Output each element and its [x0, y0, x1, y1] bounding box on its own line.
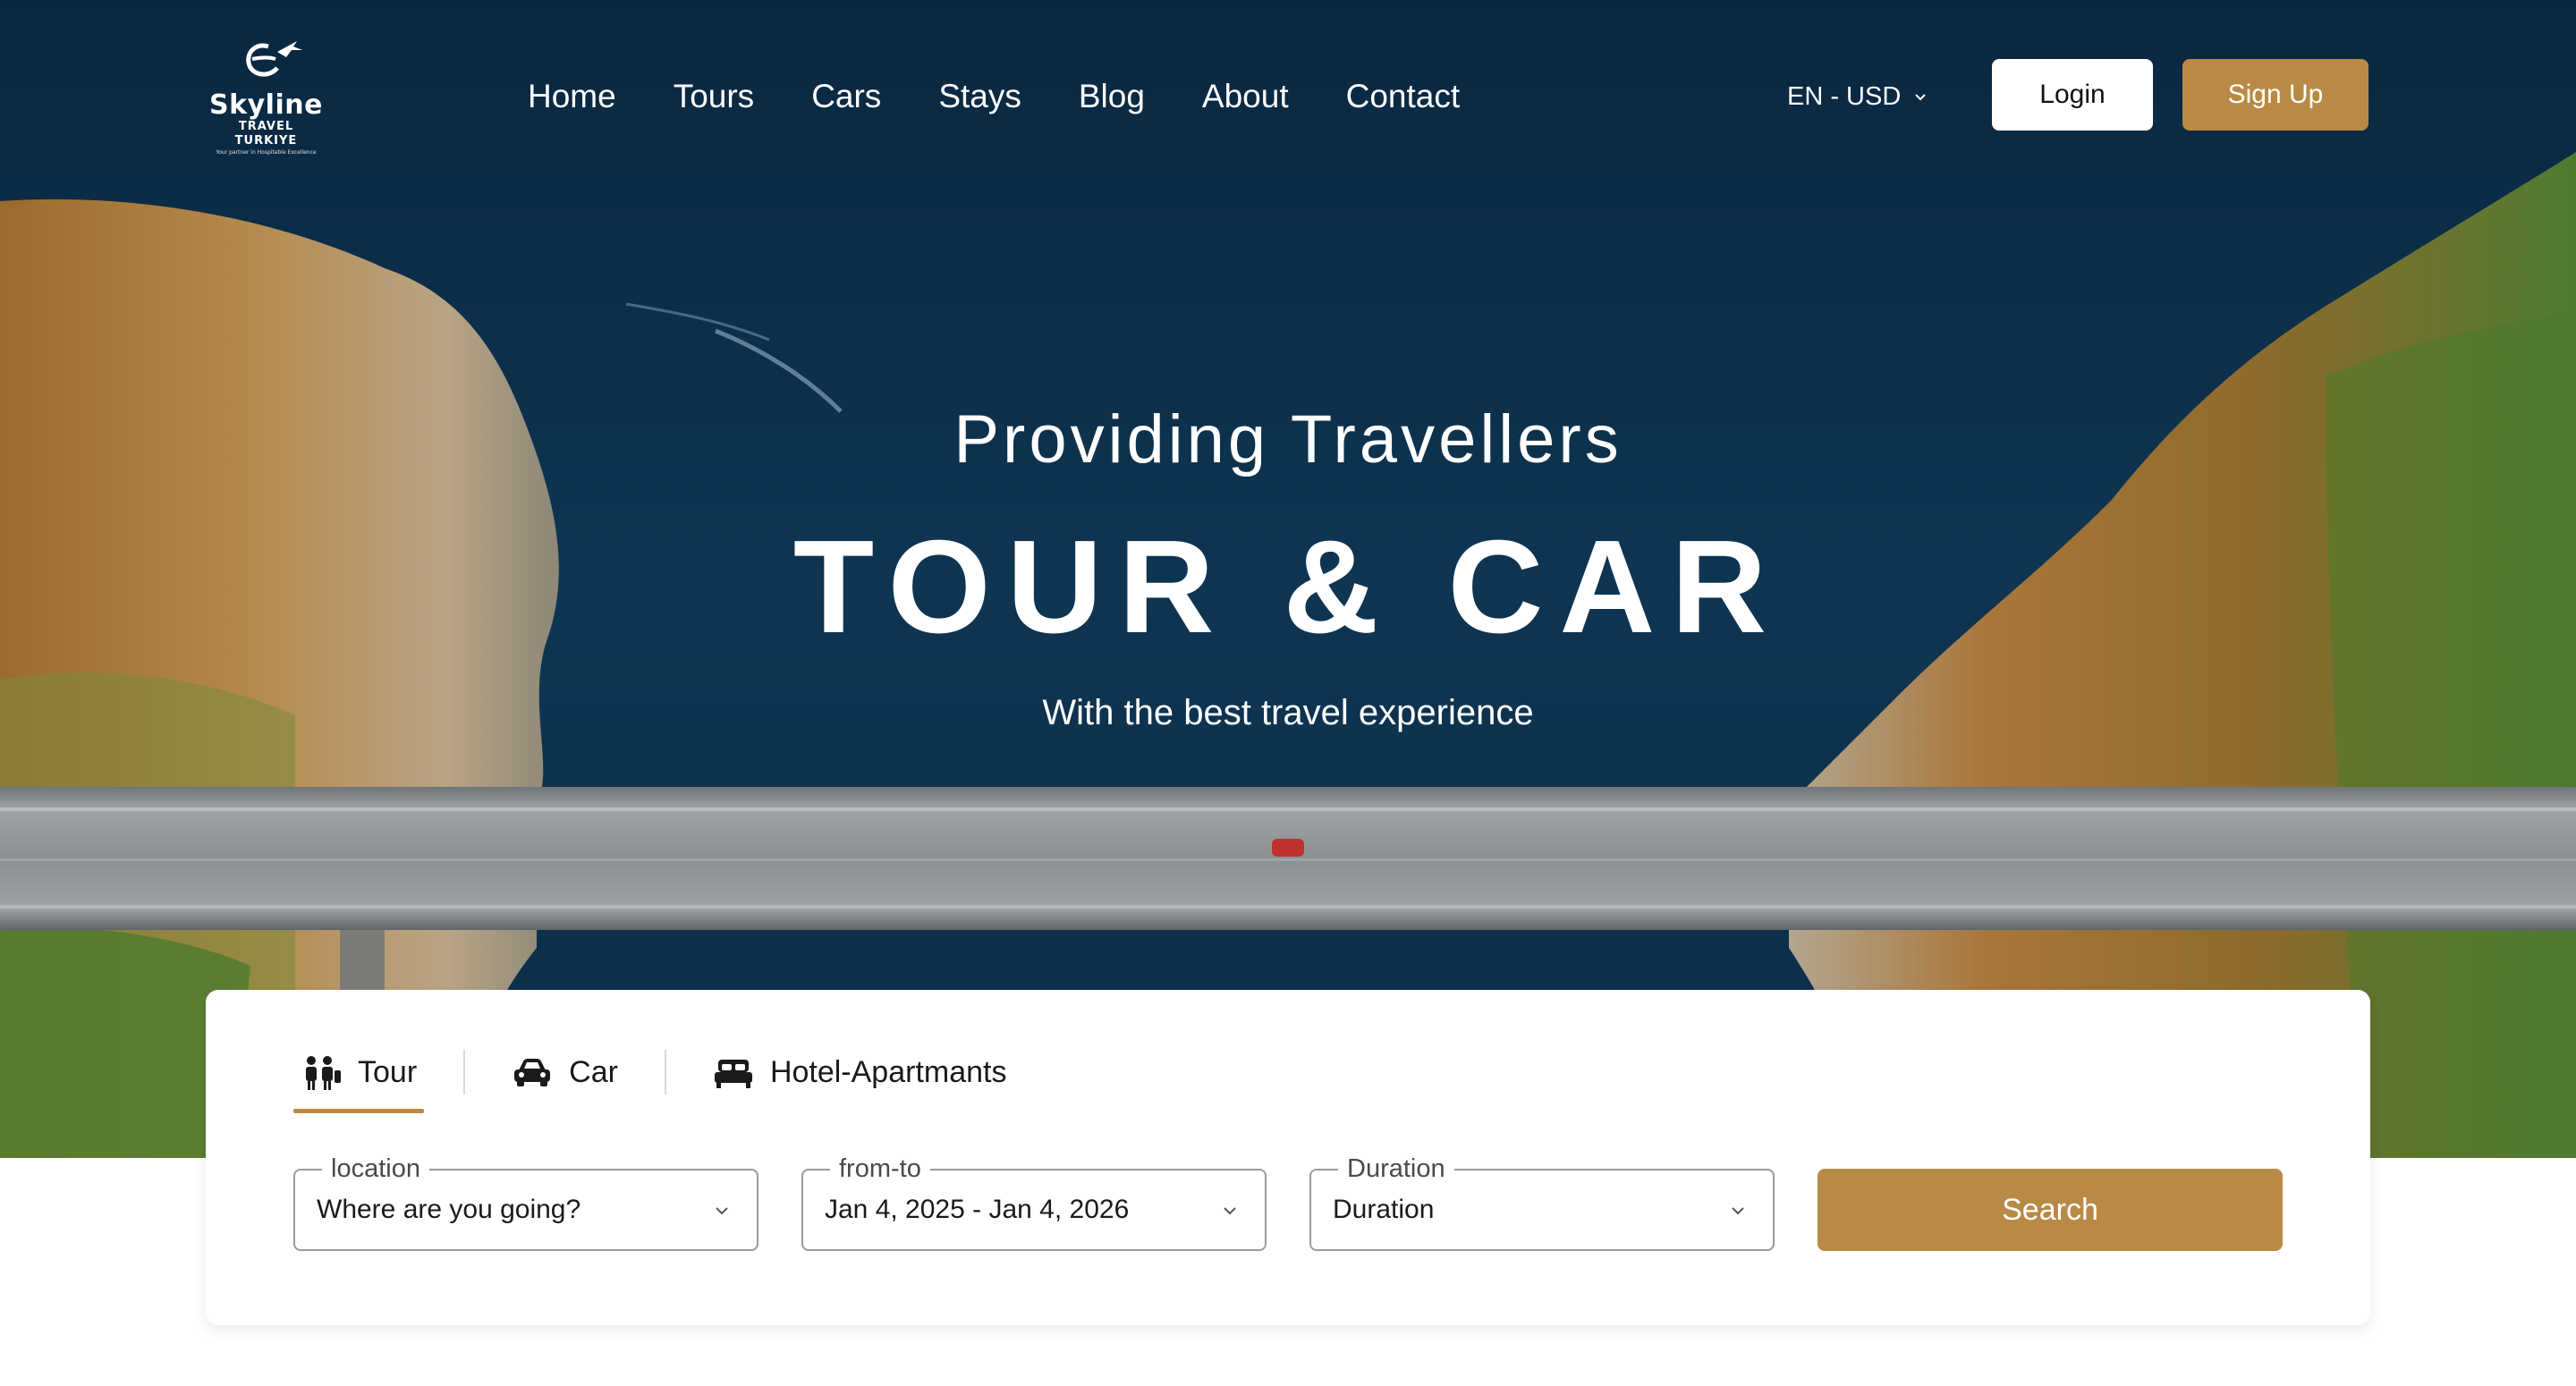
hero-subtitle: With the best travel experience: [1042, 693, 1534, 732]
bed-icon: [714, 1060, 752, 1088]
search-tabs: Tour Car Hotel-Apartmants: [293, 1036, 1014, 1113]
nav-cars[interactable]: Cars: [811, 70, 881, 123]
nav-tours[interactable]: Tours: [674, 70, 754, 123]
search-button[interactable]: Search: [1818, 1169, 2283, 1251]
car-icon: [514, 1059, 551, 1086]
airplane-logo-icon: [245, 41, 302, 77]
tab-tour-label: Tour: [358, 1054, 418, 1089]
nav-blog[interactable]: Blog: [1079, 70, 1145, 123]
tab-car-label: Car: [569, 1054, 618, 1089]
chevron-down-icon: [1224, 1207, 1236, 1215]
hero-kicker: Providing Travellers: [953, 401, 1623, 477]
duration-value: Duration: [1333, 1195, 1435, 1224]
tab-hotel-label: Hotel-Apartmants: [769, 1054, 1007, 1089]
main-nav: Home Tours Cars Stays Blog About Contact: [528, 70, 1517, 123]
hero-section: Skyline TRAVEL TURKIYE Your partner in H…: [0, 0, 2576, 1158]
brand-tagline: Your partner in Hospitable Excellence: [216, 149, 317, 156]
nav-contact[interactable]: Contact: [1346, 70, 1461, 123]
hero-title: TOUR & CAR: [792, 513, 1784, 661]
nav-stays[interactable]: Stays: [938, 70, 1021, 123]
family-icon: [306, 1056, 341, 1090]
location-legend: location: [322, 1153, 429, 1185]
nav-home[interactable]: Home: [528, 70, 616, 123]
brand-subtitle: TRAVEL TURKIYE: [234, 120, 298, 148]
brand-name: Skyline: [209, 89, 323, 121]
tab-hotel-apartments[interactable]: Hotel-Apartmants: [706, 1036, 1014, 1108]
tab-divider: [463, 1050, 466, 1094]
date-range-field[interactable]: from-to Jan 4, 2025 - Jan 4, 2026: [801, 1153, 1267, 1251]
tab-car[interactable]: Car: [504, 1036, 625, 1108]
chevron-down-icon: [716, 1207, 728, 1215]
locale-label: EN - USD: [1787, 81, 1902, 111]
search-card: Tour Car Hotel-Apartmants location Where…: [206, 990, 2370, 1325]
duration-legend: Duration: [1338, 1153, 1454, 1185]
tab-divider: [664, 1050, 666, 1094]
brand-logo[interactable]: Skyline TRAVEL TURKIYE Your partner in H…: [206, 36, 326, 156]
signup-button[interactable]: Sign Up: [2182, 59, 2368, 131]
locale-selector[interactable]: EN - USD: [1787, 79, 1928, 114]
nav-about[interactable]: About: [1202, 70, 1289, 123]
location-select[interactable]: location Where are you going?: [293, 1153, 758, 1251]
duration-select[interactable]: Duration Duration: [1309, 1153, 1775, 1251]
chevron-down-icon: [1732, 1207, 1744, 1215]
date-range-value: Jan 4, 2025 - Jan 4, 2026: [825, 1195, 1130, 1224]
location-value: Where are you going?: [317, 1195, 581, 1224]
login-button[interactable]: Login: [1992, 59, 2153, 131]
chevron-down-icon: [1915, 94, 1927, 101]
tab-tour[interactable]: Tour: [293, 1036, 425, 1113]
date-range-legend: from-to: [830, 1153, 930, 1185]
